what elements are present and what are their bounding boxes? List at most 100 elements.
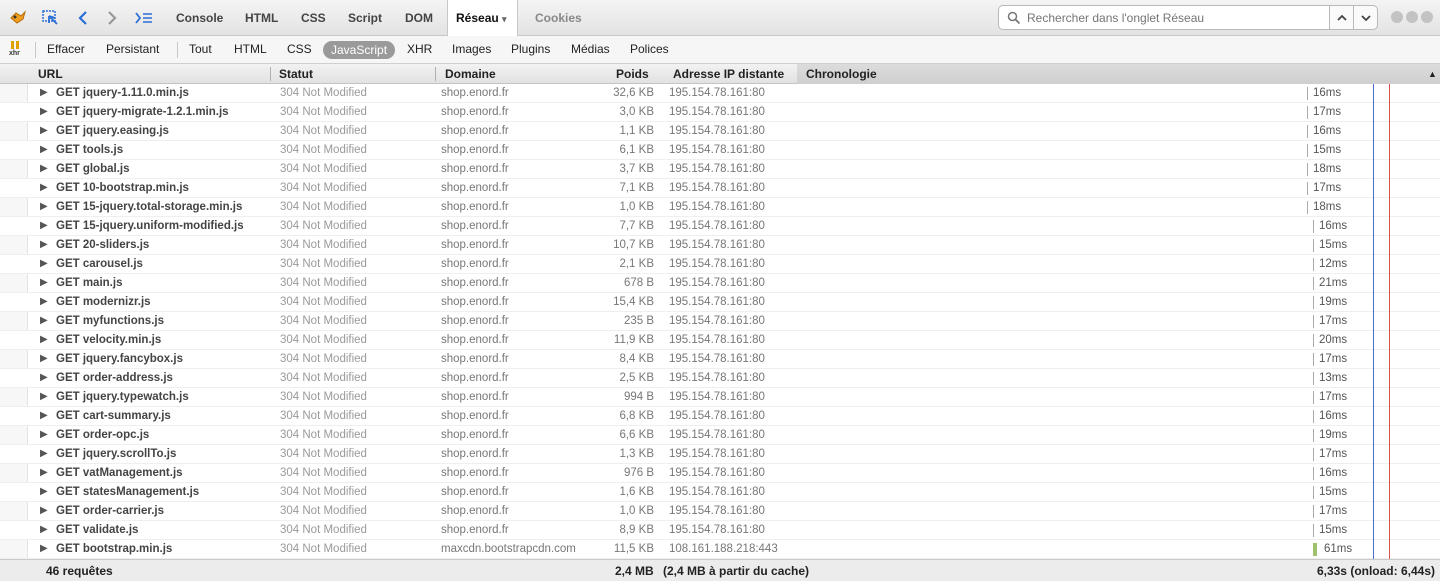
expand-arrow-icon[interactable]: ▶: [40, 179, 50, 198]
filter-xhr[interactable]: XHR: [407, 41, 432, 58]
forward-icon[interactable]: [102, 8, 122, 28]
table-row[interactable]: ▶ GET validate.js 304 Not Modified shop.eno…: [0, 521, 1440, 540]
expand-arrow-icon[interactable]: ▶: [40, 350, 50, 369]
table-row[interactable]: ▶ GET 10-bootstrap.min.js 304 Not Modified…: [0, 179, 1440, 198]
search-next-button[interactable]: [1353, 5, 1378, 30]
table-row[interactable]: ▶ GET jquery-migrate-1.2.1.min.js 304 Not …: [0, 103, 1440, 122]
table-row[interactable]: ▶ GET order-address.js 304 Not Modified sho…: [0, 369, 1440, 388]
expand-arrow-icon[interactable]: ▶: [40, 217, 50, 236]
table-row[interactable]: ▶ GET jquery.fancybox.js 304 Not Modified s…: [0, 350, 1440, 369]
request-duration: 16ms: [1313, 87, 1342, 99]
column-header-url[interactable]: URL: [38, 64, 63, 84]
search-previous-button[interactable]: [1329, 5, 1354, 30]
close-icon[interactable]: [1421, 11, 1433, 23]
expand-arrow-icon[interactable]: ▶: [40, 464, 50, 483]
expand-arrow-icon[interactable]: ▶: [40, 236, 50, 255]
expand-arrow-icon[interactable]: ▶: [40, 122, 50, 141]
tab-html[interactable]: HTML: [237, 0, 286, 36]
request-remote-ip: 195.154.78.161:80: [669, 486, 765, 498]
expand-arrow-icon[interactable]: ▶: [40, 141, 50, 160]
tab-dom[interactable]: DOM: [397, 0, 441, 36]
filter-html[interactable]: HTML: [234, 41, 267, 58]
request-url: GET validate.js: [56, 524, 139, 536]
table-row[interactable]: ▶ GET statesManagement.js 304 Not Modified…: [0, 483, 1440, 502]
expand-arrow-icon[interactable]: ▶: [40, 521, 50, 540]
column-header-size[interactable]: Poids: [616, 64, 649, 84]
xhr-breakpoint-icon[interactable]: xhr: [9, 41, 25, 59]
back-icon[interactable]: [73, 8, 93, 28]
expand-arrow-icon[interactable]: ▶: [40, 502, 50, 521]
table-row[interactable]: ▶ GET main.js 304 Not Modified shop.enord.f…: [0, 274, 1440, 293]
expand-arrow-icon[interactable]: ▶: [40, 407, 50, 426]
filter-images[interactable]: Images: [452, 41, 491, 58]
expand-arrow-icon[interactable]: ▶: [40, 274, 50, 293]
network-summary-footer: 46 requêtes 2,4 MB (2,4 MB à partir du c…: [0, 559, 1440, 581]
expand-arrow-icon[interactable]: ▶: [40, 160, 50, 179]
table-row[interactable]: ▶ GET jquery.scrollTo.js 304 Not Modified s…: [0, 445, 1440, 464]
table-row[interactable]: ▶ GET order-carrier.js 304 Not Modified sho…: [0, 502, 1440, 521]
table-row[interactable]: ▶ GET bootstrap.min.js 304 Not Modified max…: [0, 540, 1440, 559]
timeline-bar: [1307, 144, 1308, 157]
filter-media[interactable]: Médias: [571, 41, 610, 58]
search-input[interactable]: [1027, 9, 1323, 27]
table-row[interactable]: ▶ GET cart-summary.js 304 Not Modified shop…: [0, 407, 1440, 426]
table-row[interactable]: ▶ GET jquery.easing.js 304 Not Modified sho…: [0, 122, 1440, 141]
column-resizer[interactable]: [435, 67, 436, 81]
request-domain: shop.enord.fr: [441, 315, 509, 327]
table-row[interactable]: ▶ GET global.js 304 Not Modified shop.enord…: [0, 160, 1440, 179]
request-duration: 16ms: [1319, 220, 1348, 232]
expand-arrow-icon[interactable]: ▶: [40, 255, 50, 274]
expand-arrow-icon[interactable]: ▶: [40, 312, 50, 331]
expand-arrow-icon[interactable]: ▶: [40, 483, 50, 502]
table-row[interactable]: ▶ GET 15-jquery.total-storage.min.js 304 N…: [0, 198, 1440, 217]
table-row[interactable]: ▶ GET myfunctions.js 304 Not Modified shop.…: [0, 312, 1440, 331]
expand-arrow-icon[interactable]: ▶: [40, 426, 50, 445]
column-resizer[interactable]: [270, 67, 271, 81]
clear-button[interactable]: Effacer: [47, 41, 85, 58]
expand-arrow-icon[interactable]: ▶: [40, 388, 50, 407]
request-domain: shop.enord.fr: [441, 505, 509, 517]
filter-javascript[interactable]: JavaScript: [323, 41, 396, 59]
inspect-icon[interactable]: [40, 8, 60, 28]
request-size: 10,7 KB: [613, 239, 654, 251]
expand-arrow-icon[interactable]: ▶: [40, 369, 50, 388]
table-row[interactable]: ▶ GET 15-jquery.uniform-modified.js 304 No…: [0, 217, 1440, 236]
command-line-icon[interactable]: [134, 8, 154, 28]
expand-arrow-icon[interactable]: ▶: [40, 103, 50, 122]
column-header-remote-ip[interactable]: Adresse IP distante: [673, 64, 784, 84]
column-header-timeline[interactable]: Chronologie: [806, 64, 877, 84]
column-header-status[interactable]: Statut: [279, 64, 313, 84]
persist-button[interactable]: Persistant: [106, 41, 159, 58]
tab-cookies[interactable]: Cookies: [527, 0, 590, 36]
firebug-icon[interactable]: [8, 8, 28, 28]
expand-arrow-icon[interactable]: ▶: [40, 445, 50, 464]
tab-console[interactable]: Console: [168, 0, 231, 36]
table-row[interactable]: ▶ GET jquery.typewatch.js 304 Not Modified…: [0, 388, 1440, 407]
table-row[interactable]: ▶ GET jquery-1.11.0.min.js 304 Not Modifie…: [0, 84, 1440, 103]
timeline-bar: [1313, 543, 1317, 556]
expand-arrow-icon[interactable]: ▶: [40, 293, 50, 312]
expand-arrow-icon[interactable]: ▶: [40, 84, 50, 103]
search-field[interactable]: [998, 5, 1330, 30]
expand-arrow-icon[interactable]: ▶: [40, 331, 50, 350]
filter-fonts[interactable]: Polices: [630, 41, 669, 58]
tab-network[interactable]: Réseau ▾: [447, 0, 518, 37]
request-domain: shop.enord.fr: [441, 258, 509, 270]
table-row[interactable]: ▶ GET 20-sliders.js 304 Not Modified shop.e…: [0, 236, 1440, 255]
tab-script[interactable]: Script: [340, 0, 390, 36]
filter-css[interactable]: CSS: [287, 41, 312, 58]
filter-all[interactable]: Tout: [189, 41, 212, 58]
table-row[interactable]: ▶ GET modernizr.js 304 Not Modified shop.en…: [0, 293, 1440, 312]
table-row[interactable]: ▶ GET carousel.js 304 Not Modified shop.eno…: [0, 255, 1440, 274]
minimize-icon[interactable]: [1391, 11, 1403, 23]
tab-css[interactable]: CSS: [293, 0, 334, 36]
detach-icon[interactable]: [1406, 11, 1418, 23]
filter-plugins[interactable]: Plugins: [511, 41, 550, 58]
table-row[interactable]: ▶ GET order-opc.js 304 Not Modified shop.en…: [0, 426, 1440, 445]
column-header-domain[interactable]: Domaine: [445, 64, 496, 84]
table-row[interactable]: ▶ GET tools.js 304 Not Modified shop.enord.…: [0, 141, 1440, 160]
table-row[interactable]: ▶ GET velocity.min.js 304 Not Modified shop…: [0, 331, 1440, 350]
table-row[interactable]: ▶ GET vatManagement.js 304 Not Modified sho…: [0, 464, 1440, 483]
expand-arrow-icon[interactable]: ▶: [40, 198, 50, 217]
expand-arrow-icon[interactable]: ▶: [40, 540, 50, 559]
